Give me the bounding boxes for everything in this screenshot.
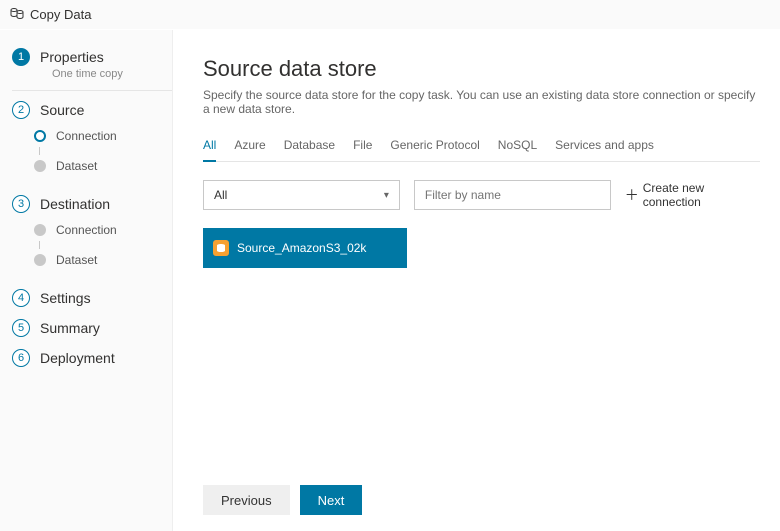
substep-label: Dataset — [56, 159, 97, 173]
step-label: Source — [40, 102, 84, 118]
app-title: Copy Data — [30, 7, 91, 22]
step-label: Deployment — [40, 350, 115, 366]
create-new-connection-button[interactable]: ＋ Create new connection — [625, 181, 760, 209]
tab-generic-protocol[interactable]: Generic Protocol — [390, 134, 479, 161]
connection-name: Source_AmazonS3_02k — [237, 241, 366, 255]
create-label: Create new connection — [643, 181, 760, 209]
previous-button[interactable]: Previous — [203, 485, 290, 515]
step-label: Destination — [40, 196, 110, 212]
step-number-icon: 5 — [12, 319, 30, 337]
step-number-icon: 2 — [12, 101, 30, 119]
substep-source-dataset[interactable]: Dataset — [30, 155, 172, 177]
select-value: All — [214, 188, 227, 202]
substep-dot-icon — [34, 160, 46, 172]
tab-database[interactable]: Database — [284, 134, 335, 161]
substep-dot-icon — [34, 254, 46, 266]
page-description: Specify the source data store for the co… — [203, 88, 760, 116]
wizard-footer: Previous Next — [173, 485, 780, 531]
chevron-down-icon: ▾ — [384, 190, 389, 201]
substep-label: Connection — [56, 129, 117, 143]
step-settings[interactable]: 4 Settings — [0, 283, 172, 313]
substep-label: Dataset — [56, 253, 97, 267]
step-label: Properties — [40, 49, 104, 65]
page-title: Source data store — [203, 56, 760, 82]
step-number-icon: 4 — [12, 289, 30, 307]
category-tabs: All Azure Database File Generic Protocol… — [203, 134, 760, 162]
next-button[interactable]: Next — [300, 485, 363, 515]
filter-by-name-input[interactable] — [414, 180, 611, 210]
substep-source-connection[interactable]: Connection — [30, 125, 172, 147]
copy-data-icon — [10, 7, 24, 22]
step-number-icon: 6 — [12, 349, 30, 367]
connector-line — [39, 147, 40, 155]
category-select[interactable]: All ▾ — [203, 180, 400, 210]
step-destination[interactable]: 3 Destination Connection Dataset — [0, 189, 172, 283]
step-subtitle: One time copy — [52, 68, 172, 80]
step-number-icon: 1 — [12, 48, 30, 66]
substep-destination-connection[interactable]: Connection — [30, 219, 172, 241]
connection-card-source-amazons3[interactable]: Source_AmazonS3_02k — [203, 228, 407, 268]
tab-all[interactable]: All — [203, 134, 216, 162]
substep-dot-icon — [34, 130, 46, 142]
substep-dot-icon — [34, 224, 46, 236]
connector-line — [39, 241, 40, 249]
divider — [12, 90, 172, 91]
plus-icon: ＋ — [625, 188, 639, 202]
tab-services-and-apps[interactable]: Services and apps — [555, 134, 654, 161]
step-source[interactable]: 2 Source Connection Dataset — [0, 95, 172, 189]
tab-nosql[interactable]: NoSQL — [498, 134, 537, 161]
step-number-icon: 3 — [12, 195, 30, 213]
main-panel: Source data store Specify the source dat… — [172, 30, 780, 531]
tab-azure[interactable]: Azure — [234, 134, 265, 161]
app-titlebar: Copy Data — [0, 0, 780, 30]
step-label: Settings — [40, 290, 91, 306]
tab-file[interactable]: File — [353, 134, 372, 161]
step-properties[interactable]: 1 Properties One time copy — [0, 42, 172, 86]
substep-destination-dataset[interactable]: Dataset — [30, 249, 172, 271]
step-summary[interactable]: 5 Summary — [0, 313, 172, 343]
wizard-sidebar: 1 Properties One time copy 2 Source Conn… — [0, 30, 172, 531]
step-label: Summary — [40, 320, 100, 336]
substep-label: Connection — [56, 223, 117, 237]
amazon-s3-icon — [213, 240, 229, 256]
step-deployment[interactable]: 6 Deployment — [0, 343, 172, 373]
